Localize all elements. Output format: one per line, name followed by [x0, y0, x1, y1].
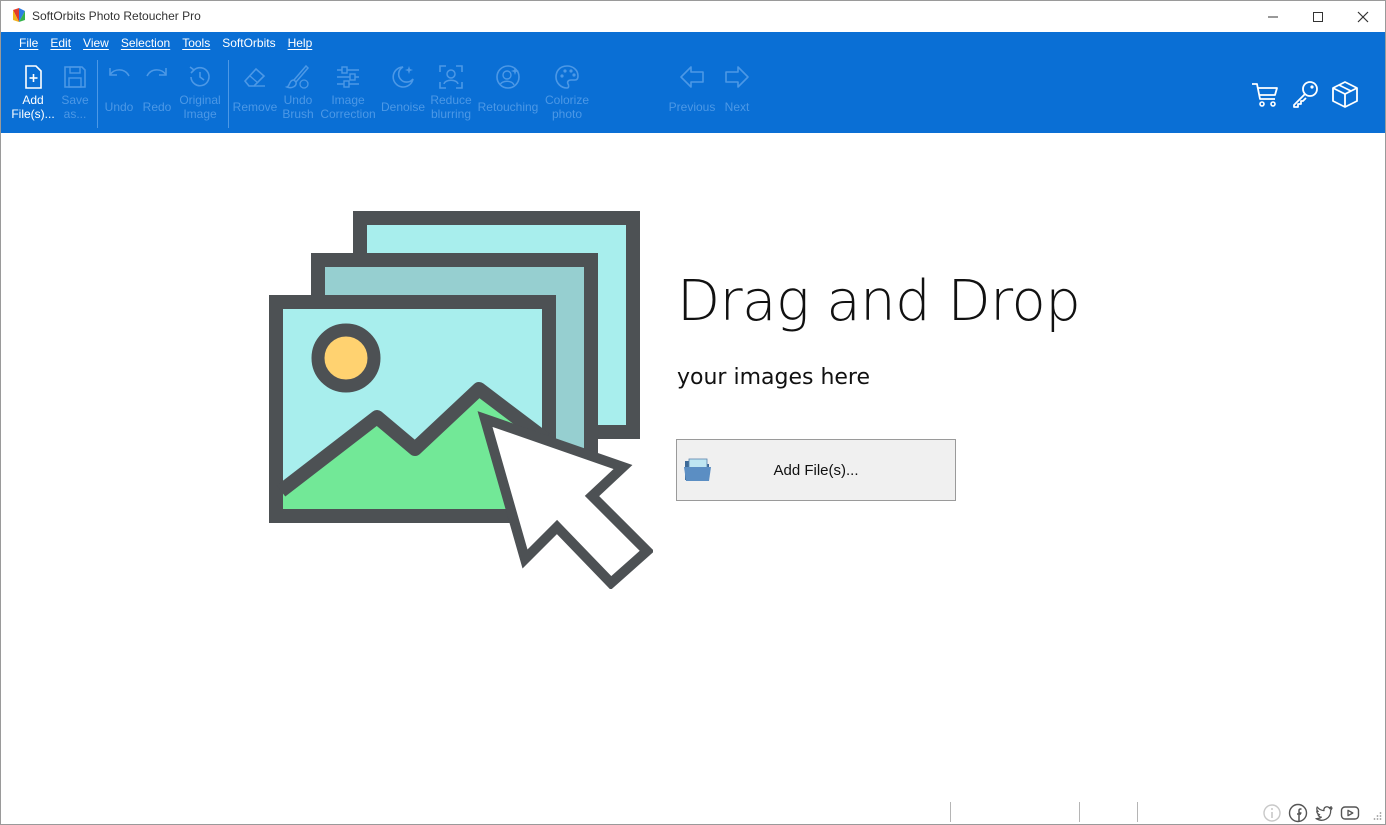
previous-label: Previous [668, 100, 716, 114]
save-as-label: Save as... [61, 93, 89, 121]
facebook-icon [1288, 803, 1308, 823]
close-icon [1357, 11, 1369, 22]
previous-button[interactable]: Previous [667, 62, 717, 114]
drop-images-illustration [269, 211, 653, 589]
reduce-blurring-button[interactable]: Reduce blurring [429, 62, 473, 121]
remove-label: Remove [232, 100, 278, 114]
key-icon [1293, 81, 1318, 108]
palette-icon [555, 65, 579, 89]
focus-person-icon [439, 65, 463, 89]
image-correction-button[interactable]: Image Correction [320, 62, 376, 121]
key-button[interactable] [1289, 78, 1321, 110]
menu-file[interactable]: File [13, 36, 44, 50]
youtube-icon [1340, 806, 1360, 820]
retouching-button[interactable]: Retouching [475, 62, 541, 114]
redo-button[interactable]: Redo [140, 62, 174, 114]
cart-icon [1252, 83, 1278, 107]
status-divider [1137, 802, 1138, 822]
add-file-icon [25, 65, 42, 89]
undo-label: Undo [104, 100, 134, 114]
add-files-main-button[interactable]: Add File(s)... [676, 439, 956, 501]
reduce-blurring-label: Reduce blurring [430, 93, 472, 121]
menu-selection[interactable]: Selection [115, 36, 176, 50]
add-files-main-label: Add File(s)... [773, 461, 859, 479]
retouching-label: Retouching [477, 100, 539, 114]
redo-label: Redo [142, 100, 172, 114]
denoise-button[interactable]: Denoise [380, 62, 426, 114]
menu-tools[interactable]: Tools [176, 36, 216, 50]
undo-brush-label: Undo Brush [282, 93, 314, 121]
maximize-icon [1313, 11, 1323, 22]
original-image-label: Original Image [179, 93, 221, 121]
folder-icon [684, 458, 711, 481]
redo-icon [146, 68, 167, 77]
menu-view[interactable]: View [77, 36, 115, 50]
menu-bar: File Edit View Selection Tools SoftOrbit… [1, 32, 1385, 54]
eraser-icon [243, 67, 266, 87]
maximize-button[interactable] [1295, 1, 1341, 32]
undo-brush-button[interactable]: Undo Brush [280, 62, 316, 121]
toolbar-separator [228, 60, 229, 128]
drag-drop-subline: your images here [677, 365, 871, 390]
history-icon [189, 66, 210, 87]
undo-icon [109, 68, 130, 77]
menu-softorbits[interactable]: SoftOrbits [216, 36, 281, 50]
toolbar-separator [97, 60, 98, 128]
minimize-button[interactable] [1250, 1, 1296, 32]
next-button[interactable]: Next [719, 62, 755, 114]
next-label: Next [724, 100, 750, 114]
remove-button[interactable]: Remove [232, 62, 278, 114]
resize-grip-icon[interactable] [1372, 811, 1382, 821]
add-files-button[interactable]: Add File(s)... [11, 62, 55, 121]
sliders-icon [337, 66, 359, 88]
undo-button[interactable]: Undo [102, 62, 136, 114]
moon-icon [392, 66, 414, 88]
info-icon [1263, 804, 1281, 822]
ribbon: File Edit View Selection Tools SoftOrbit… [1, 32, 1385, 133]
twitter-button[interactable] [1313, 802, 1335, 824]
facebook-button[interactable] [1287, 802, 1309, 824]
toolbar: Add File(s)... Save as... Undo Redo Orig… [1, 56, 1385, 133]
original-image-button[interactable]: Original Image [177, 62, 223, 121]
status-icon-group [1261, 802, 1361, 824]
box-icon [1332, 81, 1358, 108]
window-title: SoftOrbits Photo Retoucher Pro [32, 9, 201, 23]
colorize-photo-button[interactable]: Colorize photo [543, 62, 591, 121]
image-correction-label: Image Correction [320, 93, 376, 121]
status-divider [1079, 802, 1080, 822]
app-window: SoftOrbits Photo Retoucher Pro File Edit… [0, 0, 1386, 825]
app-logo-icon [13, 8, 25, 22]
save-icon [64, 66, 86, 88]
denoise-label: Denoise [380, 100, 426, 114]
cart-button[interactable] [1249, 78, 1281, 110]
arrow-right-icon [725, 66, 749, 88]
info-button[interactable] [1261, 802, 1283, 824]
close-button[interactable] [1340, 1, 1386, 32]
menu-edit[interactable]: Edit [44, 36, 77, 50]
status-divider [950, 802, 951, 822]
right-icon-group [1249, 78, 1361, 110]
drag-drop-headline: Drag and Drop [677, 269, 1081, 334]
box-button[interactable] [1329, 78, 1361, 110]
brush-icon [284, 64, 310, 89]
save-as-button[interactable]: Save as... [57, 62, 93, 121]
minimize-icon [1268, 16, 1278, 17]
youtube-button[interactable] [1339, 802, 1361, 824]
colorize-photo-label: Colorize photo [544, 93, 589, 121]
title-bar: SoftOrbits Photo Retoucher Pro [1, 1, 1385, 32]
menu-help[interactable]: Help [282, 36, 319, 50]
twitter-icon [1315, 806, 1333, 821]
face-retouch-icon [496, 65, 520, 89]
arrow-left-icon [680, 66, 704, 88]
add-files-label: Add File(s)... [11, 93, 55, 121]
